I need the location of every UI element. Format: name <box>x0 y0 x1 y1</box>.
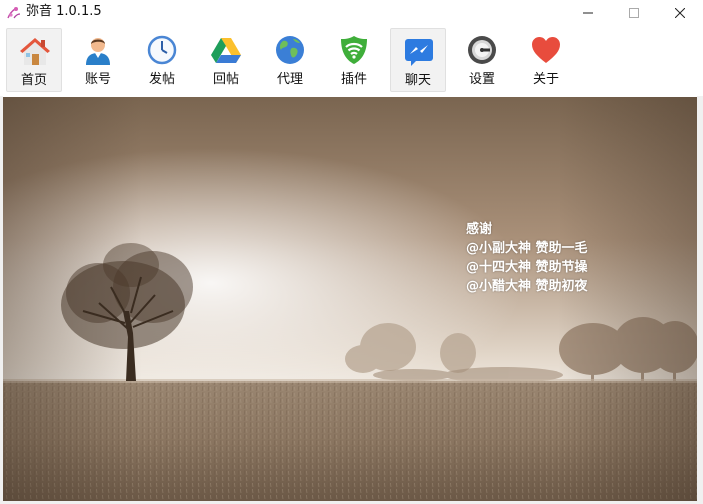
heart-icon <box>532 37 560 63</box>
toolbar-proxy-button[interactable]: 代理 <box>262 28 318 92</box>
home-icon <box>20 38 50 65</box>
home-banner: 感谢 @小副大神 赞助一毛 @十四大神 赞助节操 @小醋大神 赞助初夜 <box>3 97 697 501</box>
app-window: 弥音 1.0.1.5 首页 账号 发帖 回帖 代理 插件 聊天 设置 关于 感谢… <box>0 0 703 504</box>
minimize-icon <box>583 12 593 14</box>
minimize-button[interactable] <box>565 0 611 26</box>
thanks-line: @小醋大神 赞助初夜 <box>466 279 588 294</box>
toolbar-reply-button[interactable]: 回帖 <box>198 28 254 92</box>
toolbar-about-button[interactable]: 关于 <box>518 28 574 92</box>
toolbar-label: 回帖 <box>212 72 239 87</box>
close-button[interactable] <box>657 0 703 26</box>
thanks-line: @小副大神 赞助一毛 <box>466 241 588 256</box>
toolbar-label: 聊天 <box>404 73 431 88</box>
toolbar-label: 发帖 <box>148 72 175 87</box>
close-icon <box>675 8 685 18</box>
window-frame <box>0 96 3 504</box>
toolbar-post-button[interactable]: 发帖 <box>134 28 190 92</box>
thanks-text: 感谢 @小副大神 赞助一毛 @十四大神 赞助节操 @小醋大神 赞助初夜 <box>466 220 588 296</box>
globe-icon <box>276 36 304 64</box>
toolbar-label: 代理 <box>276 72 303 87</box>
toolbar-label: 插件 <box>340 72 367 87</box>
window-frame <box>697 96 703 504</box>
toolbar-plugin-button[interactable]: 插件 <box>326 28 382 92</box>
thanks-heading: 感谢 <box>466 222 493 237</box>
toolbar-label: 设置 <box>468 72 495 87</box>
toolbar-account-button[interactable]: 账号 <box>70 28 126 92</box>
toolbar-label: 首页 <box>20 73 47 88</box>
maximize-icon <box>629 8 639 18</box>
drive-icon <box>211 38 241 63</box>
messenger-icon <box>405 39 433 66</box>
window-title: 弥音 1.0.1.5 <box>26 4 102 19</box>
app-logo-icon <box>7 7 21 19</box>
main-toolbar: 首页 账号 发帖 回帖 代理 插件 聊天 设置 关于 <box>0 26 703 96</box>
banner-image <box>3 97 697 501</box>
wifi-shield-icon <box>341 36 367 64</box>
toolbar-settings-button[interactable]: 设置 <box>454 28 510 92</box>
toolbar-label: 关于 <box>532 72 559 87</box>
settings-dial-icon <box>468 36 496 64</box>
maximize-button[interactable] <box>611 0 657 26</box>
clock-icon <box>147 35 177 65</box>
user-icon <box>86 38 110 65</box>
toolbar-label: 账号 <box>84 72 111 87</box>
title-bar[interactable]: 弥音 1.0.1.5 <box>0 0 703 26</box>
thanks-line: @十四大神 赞助节操 <box>466 260 588 275</box>
toolbar-home-button[interactable]: 首页 <box>6 28 62 92</box>
toolbar-chat-button[interactable]: 聊天 <box>390 28 446 92</box>
